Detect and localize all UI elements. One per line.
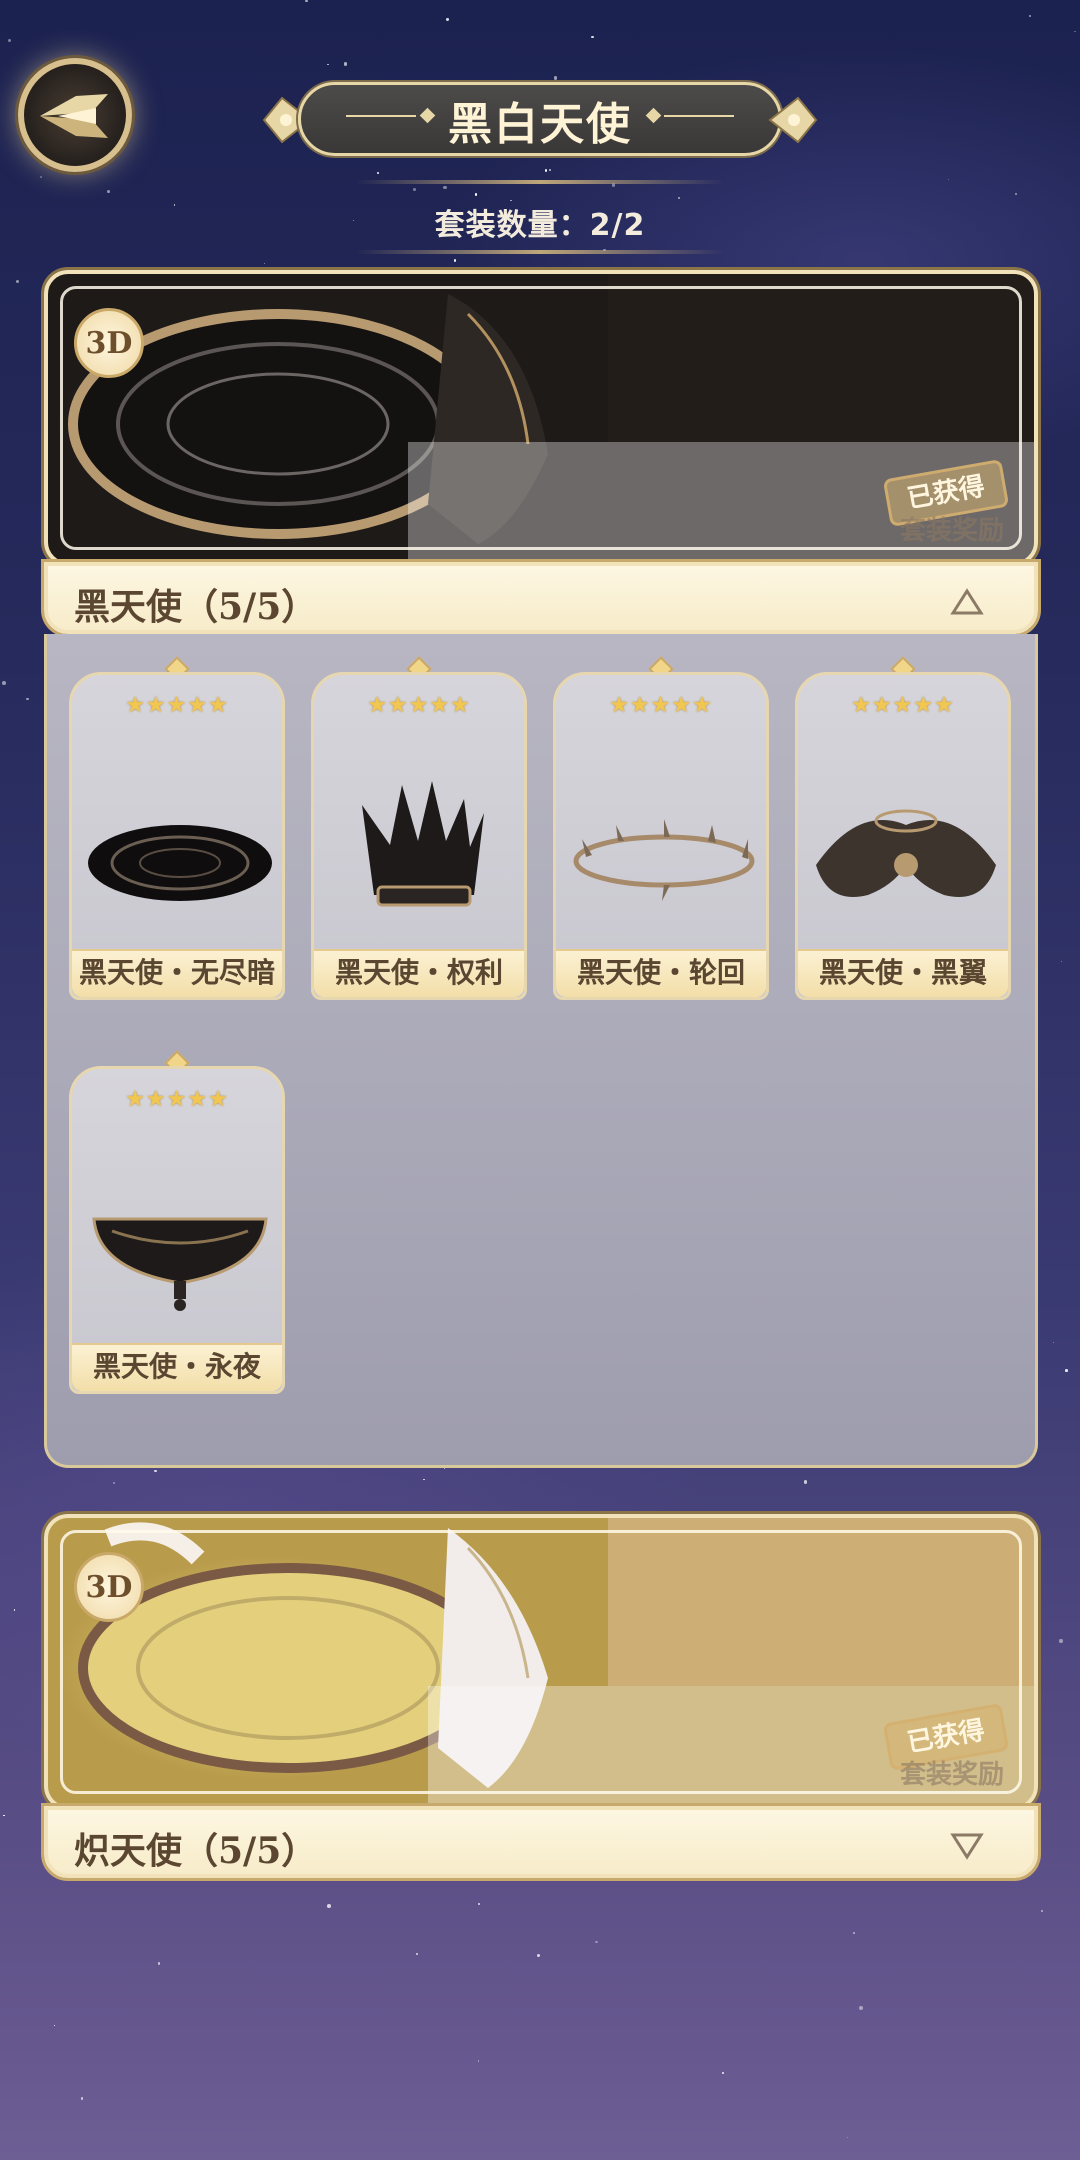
item-card-body: ★★★★★ 黑天使・轮回 [553,672,769,1000]
star-dot [859,2006,864,2011]
star-dot [25,697,29,701]
rarity-stars: ★★★★★ [125,693,229,718]
item-name: 黑天使・无尽暗 [72,949,282,997]
count-divider-top [356,180,724,184]
collapse-triangle-icon[interactable] [950,588,984,616]
star-dot [81,2097,84,2100]
item-card[interactable]: ★★★★★ 黑天使・轮回 [553,656,769,1000]
3d-badge[interactable]: 3D [74,308,144,378]
rarity-stars: ★★★★★ [367,693,471,718]
star-dot [13,1609,16,1611]
set-label: 炽天使（5/5） [74,1830,318,1872]
item-card-body: ★★★★★ 黑天使・无尽暗 [69,672,285,1000]
star-dot [443,1468,445,1470]
item-art-halo-ring [573,819,755,901]
set-items-panel: ★★★★★ 黑天使・无尽暗 ★★★★★ 黑天使・权利 ★★★★★ 黑天使・轮回 … [44,634,1038,1468]
star-dot [443,185,447,190]
star-dot [591,36,594,39]
3d-badge[interactable]: 3D [74,1552,144,1622]
star-dot [413,187,417,191]
star-dot [1,680,6,685]
star-dot [1052,1342,1054,1344]
item-art-crown [362,781,484,907]
star-dot [1059,1639,1063,1643]
star-dot [423,1478,426,1481]
star-dot [477,2060,480,2062]
star-dot [536,1954,540,1958]
star-dot [847,2137,849,2139]
item-art-rug [88,825,272,901]
star-dot [53,2024,56,2027]
star-dot [15,280,19,284]
set-reward-label: 套装奖励 [899,1760,1004,1790]
item-name: 黑天使・轮回 [556,949,766,997]
set-label-bar[interactable]: 炽天使（5/5） [44,1806,1038,1878]
star-dot [376,171,379,174]
set-count-label: 套装数量：2/2 [434,208,646,243]
star-dot [474,192,478,196]
star-dot [1060,960,1063,963]
star-dot [453,259,457,262]
item-card-body: ★★★★★ 黑天使・权利 [311,672,527,1000]
item-card[interactable]: ★★★★★ 黑天使・黑翼 [795,656,1011,1000]
star-dot [40,176,42,178]
item-art-dark-lamp [92,1217,268,1311]
rarity-stars: ★★★★★ [851,693,955,718]
star-dot [1074,30,1077,33]
item-name: 黑天使・永夜 [72,1343,282,1391]
star-dot [106,190,110,194]
star-dot [157,1961,161,1965]
banner-frame [60,286,1022,550]
back-wing-icon [40,94,108,138]
item-card[interactable]: ★★★★★ 黑天使・权利 [311,656,527,1000]
star-dot [853,1932,855,1934]
star-dot [8,39,12,43]
star-dot [154,1469,158,1473]
star-dot [112,1481,115,1484]
page-title: 黑白天使 [448,99,632,150]
star-dot [803,1480,808,1484]
item-name: 黑天使・黑翼 [798,949,1008,997]
star-dot [948,178,950,180]
title-right-ornament-icon [768,96,818,144]
star-dot [415,1953,418,1956]
set-reward-label: 套装奖励 [899,516,1004,546]
star-dot [344,62,348,66]
star-dot [305,0,308,3]
item-card-body: ★★★★★ 黑天使・永夜 [69,1066,285,1394]
item-card[interactable]: ★★★★★ 黑天使・无尽暗 [69,656,285,1000]
set-banner-3d-preview[interactable]: 3D 已获得 套装奖励 [44,1514,1038,1810]
star-dot [1014,192,1018,196]
star-dot [477,1902,481,1906]
star-dot [327,63,329,66]
star-dot [1029,15,1031,17]
rarity-stars: ★★★★★ [609,693,713,718]
expand-triangle-icon[interactable] [950,1832,984,1860]
set-label: 黑天使（5/5） [74,586,318,628]
page-title-banner: 黑白天使 [262,78,818,160]
item-card-body: ★★★★★ 黑天使・黑翼 [795,672,1011,1000]
star-dot [721,2071,724,2074]
star-dot [1040,1910,1043,1913]
item-name: 黑天使・权利 [314,949,524,997]
star-dot [544,169,548,172]
star-dot [549,169,552,172]
count-divider-bottom [356,250,724,254]
star-dot [326,1903,331,1908]
star-dot [263,263,266,265]
banner-frame [60,1530,1022,1794]
star-dot [3,1814,5,1816]
back-button[interactable] [18,58,132,172]
item-card[interactable]: ★★★★★ 黑天使・永夜 [69,1050,285,1394]
star-dot [1065,1369,1068,1373]
star-dot [595,1940,598,1944]
set-label-bar[interactable]: 黑天使（5/5） [44,562,1038,634]
item-art-black-wings [816,809,996,897]
rarity-stars: ★★★★★ [125,1087,229,1112]
star-dot [446,18,449,21]
set-banner-3d-preview[interactable]: 3D 已获得 套装奖励 [44,270,1038,566]
